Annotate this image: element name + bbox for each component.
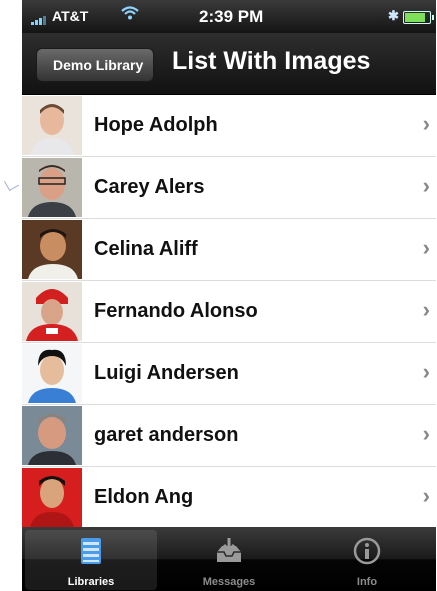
tab-label: Messages — [202, 576, 256, 588]
people-list: Hope Adolph › Carey Alers › Celina Aliff — [22, 95, 436, 529]
info-icon — [353, 537, 381, 565]
carrier-name: AT&T — [52, 8, 89, 24]
chevron-right-icon: › — [422, 359, 430, 384]
avatar — [22, 344, 82, 403]
list-item[interactable]: garet anderson › — [22, 405, 436, 467]
list-item[interactable]: Carey Alers › — [22, 157, 436, 219]
tab-messages[interactable]: Messages — [163, 530, 295, 590]
page-title: List With Images — [172, 47, 371, 75]
signal-strength-icon — [31, 15, 49, 25]
inbox-icon — [217, 538, 241, 562]
bluetooth-icon: ✱ — [388, 8, 399, 23]
list-item[interactable]: Hope Adolph › — [22, 95, 436, 157]
list-item-label: Hope Adolph — [94, 114, 218, 136]
chevron-right-icon: › — [422, 235, 430, 260]
list-item[interactable]: Fernando Alonso › — [22, 281, 436, 343]
list-item-label: Eldon Ang — [94, 486, 194, 508]
list-item[interactable]: Eldon Ang › — [22, 467, 436, 529]
tab-libraries[interactable]: Libraries — [25, 530, 157, 590]
tab-info[interactable]: Info — [301, 530, 433, 590]
chevron-right-icon: › — [422, 421, 430, 446]
list-item[interactable]: Celina Aliff › — [22, 219, 436, 281]
margin-annotation-mark — [3, 175, 20, 192]
wifi-icon — [121, 6, 139, 20]
chevron-right-icon: › — [422, 173, 430, 198]
navigation-bar: Demo Library List With Images — [22, 33, 436, 95]
avatar — [22, 96, 82, 155]
list-item-label: Carey Alers — [94, 176, 205, 198]
avatar — [22, 468, 82, 527]
tab-label: Info — [356, 576, 378, 588]
list-item[interactable]: Luigi Andersen › — [22, 343, 436, 405]
chevron-right-icon: › — [422, 111, 430, 136]
battery-icon — [403, 11, 434, 24]
avatar — [22, 282, 82, 341]
chevron-right-icon: › — [422, 297, 430, 322]
list-item-label: garet anderson — [94, 424, 239, 446]
phone-screen: AT&T 2:39 PM ✱ Demo Library List With Im… — [22, 0, 436, 591]
status-bar: AT&T 2:39 PM ✱ — [22, 0, 436, 33]
status-time: 2:39 PM — [199, 7, 264, 26]
back-button[interactable]: Demo Library — [36, 48, 155, 82]
chevron-right-icon: › — [422, 483, 430, 508]
avatar — [22, 220, 82, 279]
tab-label: Libraries — [67, 576, 115, 588]
libraries-icon — [81, 538, 101, 564]
avatar — [22, 406, 82, 465]
tab-bar: Libraries Messages Info — [22, 527, 436, 591]
list-item-label: Luigi Andersen — [94, 362, 239, 384]
avatar — [22, 158, 82, 217]
list-item-label: Fernando Alonso — [94, 300, 258, 322]
list-item-label: Celina Aliff — [94, 238, 198, 260]
